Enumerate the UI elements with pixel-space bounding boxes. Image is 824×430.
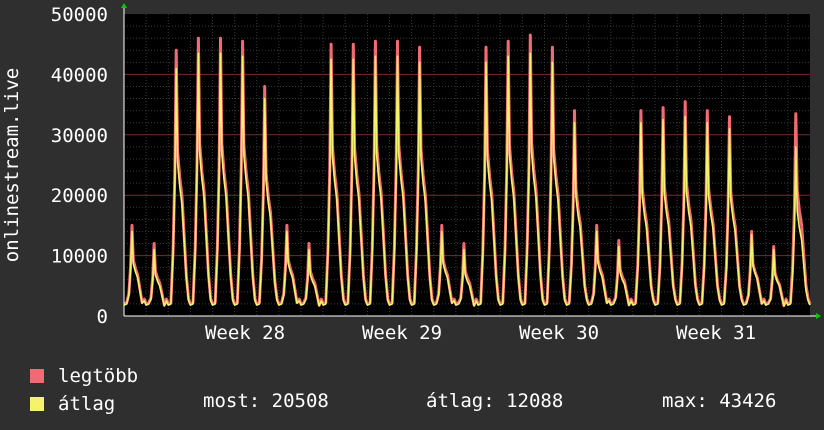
y-tick-label: 10000: [51, 246, 108, 268]
stat-avg: átlag: 12088: [426, 390, 564, 412]
legend-swatch-max: [30, 369, 44, 383]
legend-label-avg: átlag: [58, 393, 116, 415]
x-tick-label: Week 29: [362, 322, 442, 344]
stat-now: most: 20508: [203, 390, 329, 412]
y-tick-label: 50000: [51, 4, 108, 26]
legend-item-max: legtöbb: [30, 362, 138, 390]
y-axis-label: onlinestream.live: [1, 68, 23, 262]
legend-swatch-avg: [30, 397, 44, 411]
y-tick-label: 0: [97, 306, 108, 328]
y-tick-label: 40000: [51, 64, 108, 86]
legend-item-avg: átlag: [30, 390, 138, 418]
x-tick-label: Week 31: [676, 322, 756, 344]
x-tick-label: Week 30: [519, 322, 599, 344]
y-axis-arrow: [121, 3, 127, 8]
x-tick-label: Week 28: [205, 322, 285, 344]
legend: legtöbb átlag: [30, 362, 138, 418]
y-tick-label: 30000: [51, 125, 108, 147]
stat-max: max: 43426: [662, 390, 777, 412]
legend-label-max: legtöbb: [58, 365, 139, 387]
x-axis-arrow: [816, 313, 821, 319]
y-tick-label: 20000: [51, 185, 108, 207]
